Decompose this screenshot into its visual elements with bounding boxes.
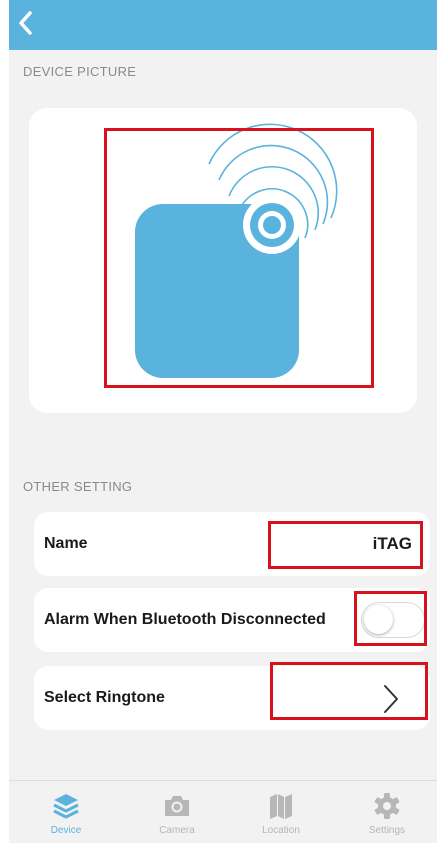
alarm-toggle-highlight bbox=[354, 591, 427, 646]
tab-camera-label: Camera bbox=[159, 825, 195, 836]
camera-icon bbox=[165, 796, 189, 816]
bottom-tab-bar: Device Camera Location Settings bbox=[9, 780, 437, 843]
device-settings-screen: DEVICE PICTURE OTHER SETTING Name iTAG A… bbox=[9, 0, 437, 843]
alarm-row: Alarm When Bluetooth Disconnected bbox=[34, 588, 430, 652]
name-value-highlight bbox=[268, 521, 423, 569]
ringtone-label: Select Ringtone bbox=[44, 689, 165, 706]
top-bar bbox=[9, 0, 437, 50]
name-row[interactable]: Name iTAG bbox=[34, 512, 430, 576]
tab-device-label: Device bbox=[50, 825, 82, 836]
chevron-left-icon[interactable] bbox=[15, 8, 35, 38]
layers-icon bbox=[53, 794, 79, 819]
alarm-label: Alarm When Bluetooth Disconnected bbox=[44, 611, 326, 628]
gear-icon bbox=[374, 793, 400, 819]
device-image-highlight bbox=[104, 128, 374, 388]
tab-location-label: Location bbox=[262, 825, 300, 836]
name-label: Name bbox=[44, 535, 88, 552]
device-picture-card bbox=[29, 108, 417, 413]
tab-location[interactable]: Location bbox=[236, 785, 326, 843]
tab-settings[interactable]: Settings bbox=[342, 785, 432, 843]
map-icon bbox=[270, 794, 292, 819]
tab-settings-label: Settings bbox=[368, 825, 406, 836]
device-picture-section-label: DEVICE PICTURE bbox=[23, 64, 137, 79]
tab-camera[interactable]: Camera bbox=[132, 785, 222, 843]
other-setting-section-label: OTHER SETTING bbox=[23, 479, 133, 494]
tab-device[interactable]: Device bbox=[21, 785, 111, 843]
ringtone-highlight bbox=[270, 662, 428, 720]
ringtone-row[interactable]: Select Ringtone bbox=[34, 662, 430, 730]
